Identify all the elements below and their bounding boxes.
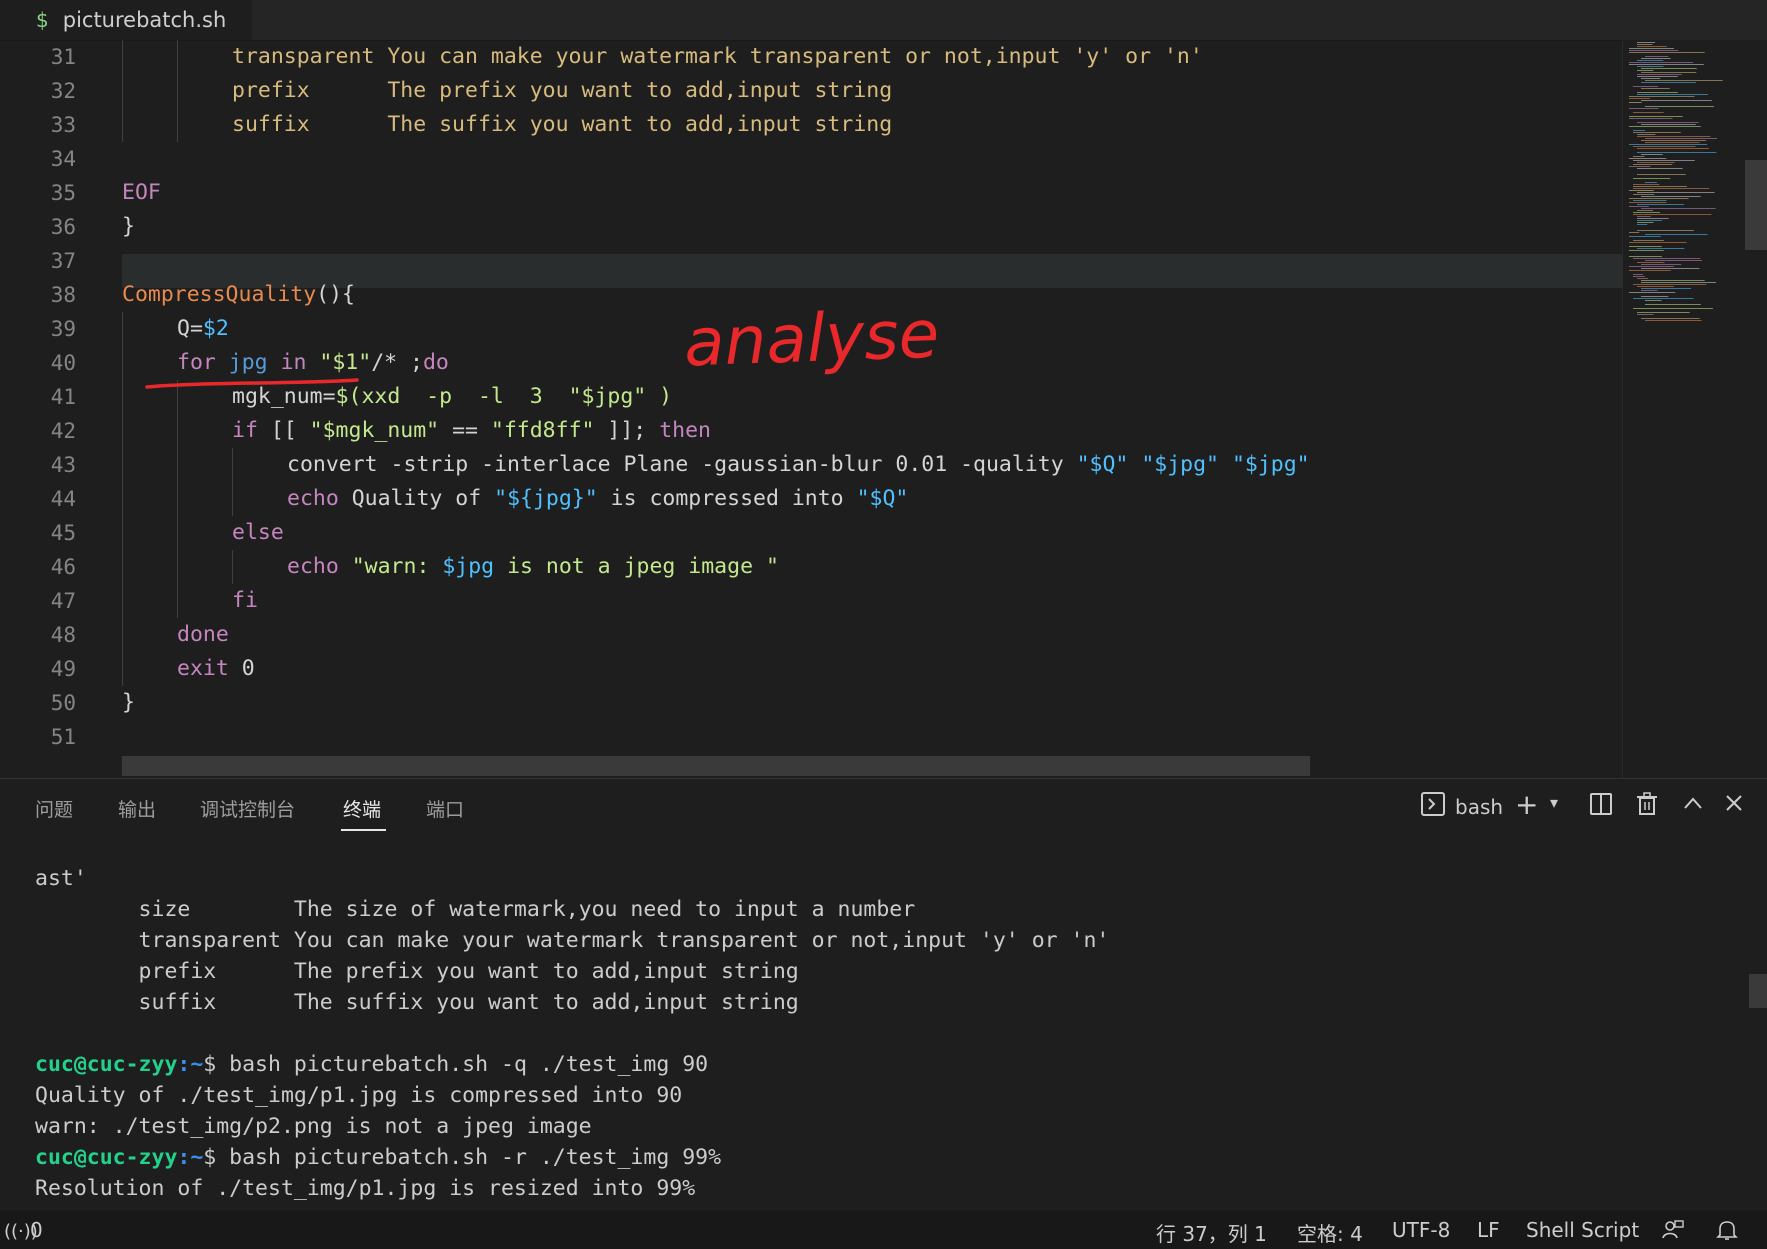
terminal-output-line: warn: ./test_img/p2.png is not a jpeg im… — [35, 1114, 592, 1139]
indentation[interactable]: 空格: 4 — [1297, 1218, 1363, 1247]
panel-tab-bar: 问题 输出 调试控制台 终端 端口 bash + ▾ — [0, 779, 1767, 833]
trash-icon[interactable] — [1636, 792, 1658, 820]
terminal-shell-icon — [1421, 792, 1445, 816]
prompt-user: cuc@cuc-zyy — [35, 1052, 178, 1077]
tab-debug-console[interactable]: 调试控制台 — [200, 795, 295, 822]
status-bar: ((·)) 0 行 37，列 1 空格: 4 UTF-8 LF Shell Sc… — [0, 1210, 1767, 1249]
terminal-prompt-line: cuc@cuc-zyy:~$ bash picturebatch.sh -r .… — [35, 1142, 721, 1173]
terminal-scrollbar-thumb[interactable] — [1749, 974, 1767, 1008]
ports-count[interactable]: 0 — [30, 1218, 43, 1242]
split-terminal-icon[interactable] — [1590, 793, 1612, 815]
tab-terminal[interactable]: 终端 — [343, 795, 381, 822]
prompt-path: :~ — [177, 1052, 204, 1077]
prompt-command: $ bash picturebatch.sh -r ./test_img 99% — [203, 1145, 722, 1170]
prompt-path: :~ — [177, 1145, 204, 1170]
tab-ports[interactable]: 端口 — [426, 795, 464, 822]
encoding[interactable]: UTF-8 — [1392, 1218, 1450, 1242]
bell-icon[interactable] — [1716, 1219, 1738, 1246]
tab-problems[interactable]: 问题 — [35, 795, 73, 822]
chevron-down-icon[interactable]: ▾ — [1550, 793, 1558, 812]
terminal-output[interactable]: ast' size The size of watermark,you need… — [0, 863, 1740, 1203]
tab-output[interactable]: 输出 — [118, 795, 156, 822]
terminal-output-line: transparent You can make your watermark … — [35, 928, 1110, 953]
terminal-output-line: suffix The suffix you want to add,input … — [35, 990, 799, 1015]
language-mode[interactable]: Shell Script — [1526, 1218, 1639, 1242]
active-tab-indicator — [341, 829, 386, 831]
maximize-panel-icon[interactable] — [1682, 795, 1704, 815]
terminal-output-line: prefix The prefix you want to add,input … — [35, 959, 799, 984]
terminal-output-line: size The size of watermark,you need to i… — [35, 897, 916, 922]
bottom-panel: 问题 输出 调试控制台 终端 端口 bash + ▾ ast' size The… — [0, 778, 1767, 1211]
new-terminal-icon[interactable]: + — [1515, 788, 1538, 821]
line-ending[interactable]: LF — [1477, 1218, 1500, 1242]
analyse-underline — [145, 378, 359, 389]
cursor-position[interactable]: 行 37，列 1 — [1156, 1218, 1267, 1247]
analyse-annotation: analyse — [682, 295, 941, 382]
terminal-output-line: ast' — [35, 866, 87, 891]
terminal-shell-label[interactable]: bash — [1455, 795, 1503, 819]
terminal-output-line: Resolution of ./test_img/p1.jpg is resiz… — [35, 1176, 696, 1201]
terminal-prompt-line: cuc@cuc-zyy:~$ bash picturebatch.sh -q .… — [35, 1049, 708, 1080]
close-panel-icon[interactable] — [1724, 793, 1744, 817]
prompt-command: $ bash picturebatch.sh -q ./test_img 90 — [203, 1052, 709, 1077]
prompt-user: cuc@cuc-zyy — [35, 1145, 178, 1170]
terminal-output-line: Quality of ./test_img/p1.jpg is compress… — [35, 1083, 683, 1108]
feedback-icon[interactable] — [1662, 1219, 1684, 1246]
